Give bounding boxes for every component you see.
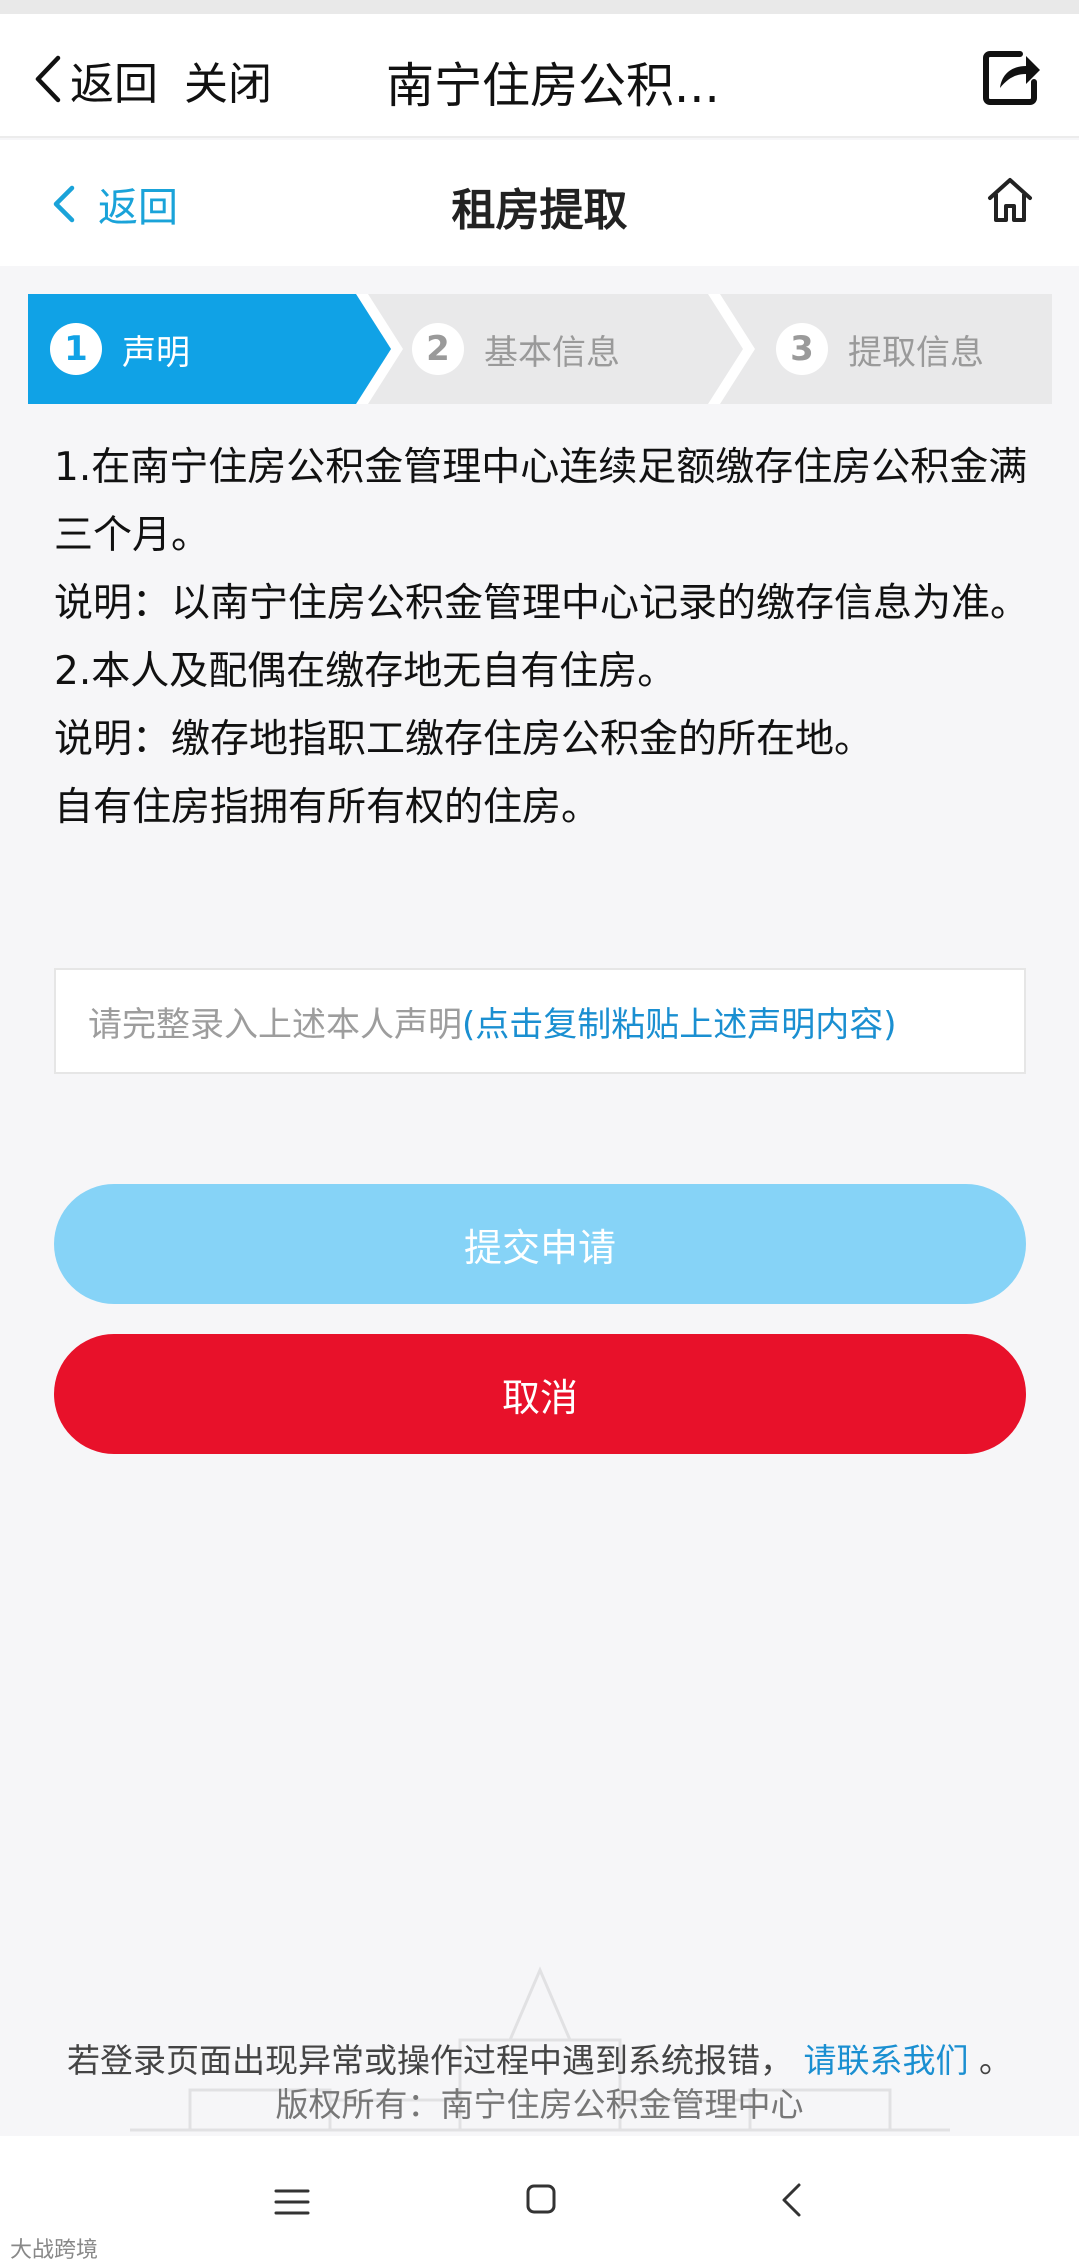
declaration-line: 自有住房指拥有所有权的住房。 <box>54 785 601 830</box>
copy-declaration-link[interactable]: (点击复制粘贴上述声明内容) <box>462 997 897 1046</box>
step-declaration: 1 声明 <box>50 294 190 404</box>
page-title: 租房提取 <box>451 185 628 236</box>
footer-notice-end: 。 <box>979 2041 1012 2080</box>
declaration-input[interactable]: 请完整录入上述本人声明 (点击复制粘贴上述声明内容) <box>54 968 1026 1074</box>
app-title: 南宁住房公积... <box>386 58 720 114</box>
cancel-button[interactable]: 取消 <box>54 1334 1026 1454</box>
declaration-line: 2.本人及配偶在缴存地无自有住房。 <box>54 649 677 694</box>
step-indicator: 1 声明 2 基本信息 3 提取信息 <box>28 294 1052 404</box>
step-number: 3 <box>776 323 828 375</box>
back-icon[interactable] <box>780 2182 802 2218</box>
submit-button[interactable]: 提交申请 <box>54 1184 1026 1304</box>
declaration-line: 说明：缴存地指职工缴存住房公积金的所在地。 <box>54 717 874 762</box>
watermark: 大战跨境 <box>10 2238 99 2263</box>
declaration-line: 1.在南宁住房公积金管理中心连续足额缴存住房公积金满三个月。 <box>54 445 1028 558</box>
app-close-button[interactable]: 关闭 <box>184 48 272 112</box>
app-bar: 返回 关闭 南宁住房公积... <box>0 14 1079 138</box>
step-label: 基本信息 <box>484 332 620 373</box>
app-back-button[interactable]: 返回 <box>70 48 158 112</box>
step-number: 1 <box>50 323 102 375</box>
step-basic-info: 2 基本信息 <box>412 294 620 404</box>
step-label: 声明 <box>122 332 190 373</box>
menu-icon[interactable] <box>274 2188 310 2216</box>
chevron-left-icon[interactable] <box>28 54 68 104</box>
footer-notice-text: 若登录页面出现异常或操作过程中遇到系统报错， <box>67 2041 793 2080</box>
footer-copyright: 版权所有：南宁住房公积金管理中心 <box>275 2085 804 2124</box>
share-icon[interactable] <box>980 44 1044 108</box>
step-label: 提取信息 <box>848 332 984 373</box>
system-nav-bar <box>0 2136 1079 2265</box>
footer-notice: 若登录页面出现异常或操作过程中遇到系统报错， 请联系我们 。 <box>0 2034 1079 2082</box>
declaration-line: 说明：以南宁住房公积金管理中心记录的缴存信息为准。 <box>54 581 1030 626</box>
home-icon[interactable] <box>984 174 1036 226</box>
page-header: 返回 租房提取 <box>0 140 1079 266</box>
step-number: 2 <box>412 323 464 375</box>
declaration-text: 1.在南宁住房公积金管理中心连续足额缴存住房公积金满三个月。 说明：以南宁住房公… <box>54 434 1044 842</box>
step-withdraw-info: 3 提取信息 <box>776 294 984 404</box>
input-placeholder: 请完整录入上述本人声明 <box>88 1004 462 1045</box>
contact-us-link[interactable]: 请联系我们 <box>804 2041 969 2080</box>
square-icon[interactable] <box>526 2184 556 2214</box>
status-bar <box>0 0 1079 14</box>
